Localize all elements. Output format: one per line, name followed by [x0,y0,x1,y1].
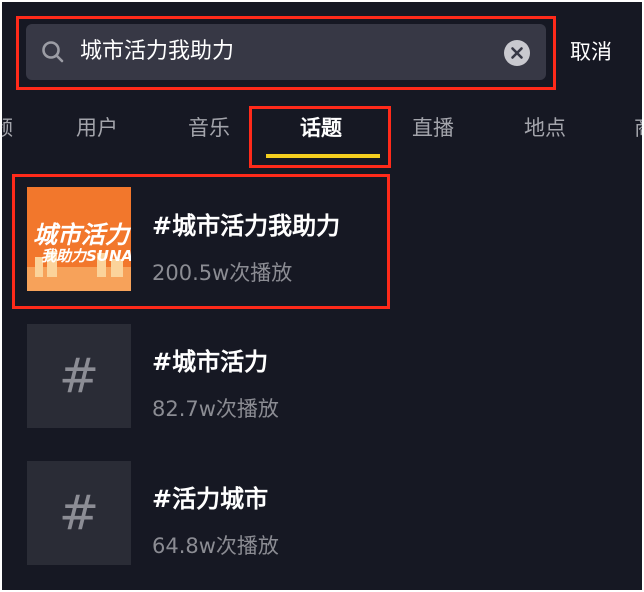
result-highlight-box [12,174,390,309]
tab-places[interactable]: 地点 [524,112,566,142]
topic-title[interactable]: #活力城市 [152,479,268,514]
topic-play-count: 82.7w次播放 [152,397,279,421]
tab-video[interactable]: 频 [2,112,13,142]
search-highlight-box [16,16,556,90]
tab-highlight-box [249,106,391,168]
cancel-button[interactable]: 取消 [570,36,612,66]
hashtag-icon: # [58,485,100,541]
hashtag-icon: # [58,348,100,404]
hashtag-thumbnail[interactable]: # [27,461,131,565]
tab-users[interactable]: 用户 [76,112,118,142]
hashtag-thumbnail[interactable]: # [27,324,131,428]
search-results-screen: 城市活力我助力 取消 频 用户 音乐 话题 直播 地点 商 城市活力 我助力SU… [2,2,642,590]
topic-play-count: 64.8w次播放 [152,534,279,558]
tab-music[interactable]: 音乐 [188,112,230,142]
topic-title[interactable]: #城市活力 [152,342,268,377]
tab-products[interactable]: 商 [634,112,642,142]
tab-live[interactable]: 直播 [412,112,454,142]
